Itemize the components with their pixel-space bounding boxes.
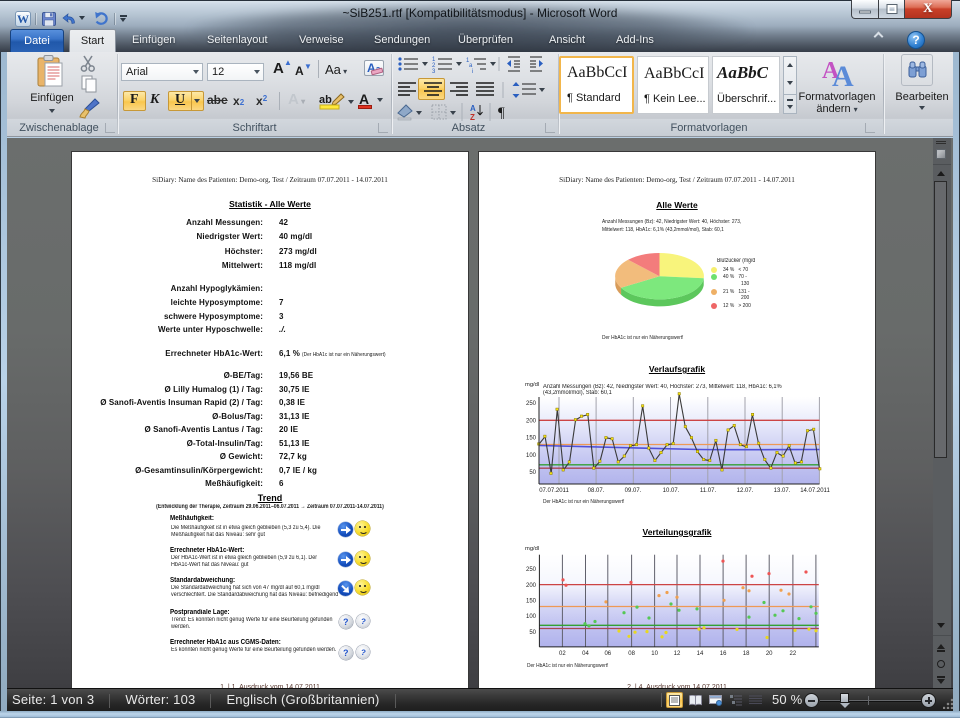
svg-text:A: A	[832, 60, 854, 88]
svg-text:07.07.2011: 07.07.2011	[539, 488, 569, 494]
svg-text:150: 150	[526, 599, 537, 605]
svg-text:12.07.: 12.07.	[737, 488, 754, 494]
svg-text:50: 50	[529, 630, 536, 636]
svg-text:16: 16	[720, 651, 727, 657]
svg-text:200: 200	[526, 583, 537, 589]
svg-text:08: 08	[628, 651, 635, 657]
svg-text:06: 06	[604, 651, 611, 657]
svg-text:i: i	[472, 69, 473, 73]
svg-text:250: 250	[526, 401, 537, 407]
svg-text:Z: Z	[470, 113, 475, 121]
svg-text:A: A	[470, 104, 476, 113]
svg-text:3: 3	[432, 69, 436, 73]
svg-text:100: 100	[526, 453, 537, 459]
svg-text:¶: ¶	[498, 105, 505, 121]
svg-text:13.07.: 13.07.	[774, 488, 791, 494]
svg-text:20: 20	[766, 651, 773, 657]
svg-text:11.07.: 11.07.	[700, 488, 717, 494]
svg-text:150: 150	[526, 436, 537, 442]
svg-text:10.07.: 10.07.	[663, 488, 680, 494]
svg-text:02: 02	[559, 651, 566, 657]
svg-text:22: 22	[790, 651, 797, 657]
svg-text:ab: ab	[319, 94, 332, 106]
svg-text:250: 250	[526, 567, 537, 573]
svg-text:08.07.: 08.07.	[588, 488, 605, 494]
svg-text:200: 200	[526, 419, 537, 425]
svg-text:09.07.: 09.07.	[625, 488, 642, 494]
svg-text:100: 100	[526, 614, 537, 620]
svg-text:04: 04	[582, 651, 589, 657]
svg-text:50: 50	[529, 470, 536, 476]
svg-text:12: 12	[674, 651, 681, 657]
svg-text:14.07.2011: 14.07.2011	[800, 488, 830, 494]
svg-text:14: 14	[697, 651, 704, 657]
svg-text:10: 10	[651, 651, 658, 657]
svg-text:18: 18	[743, 651, 750, 657]
